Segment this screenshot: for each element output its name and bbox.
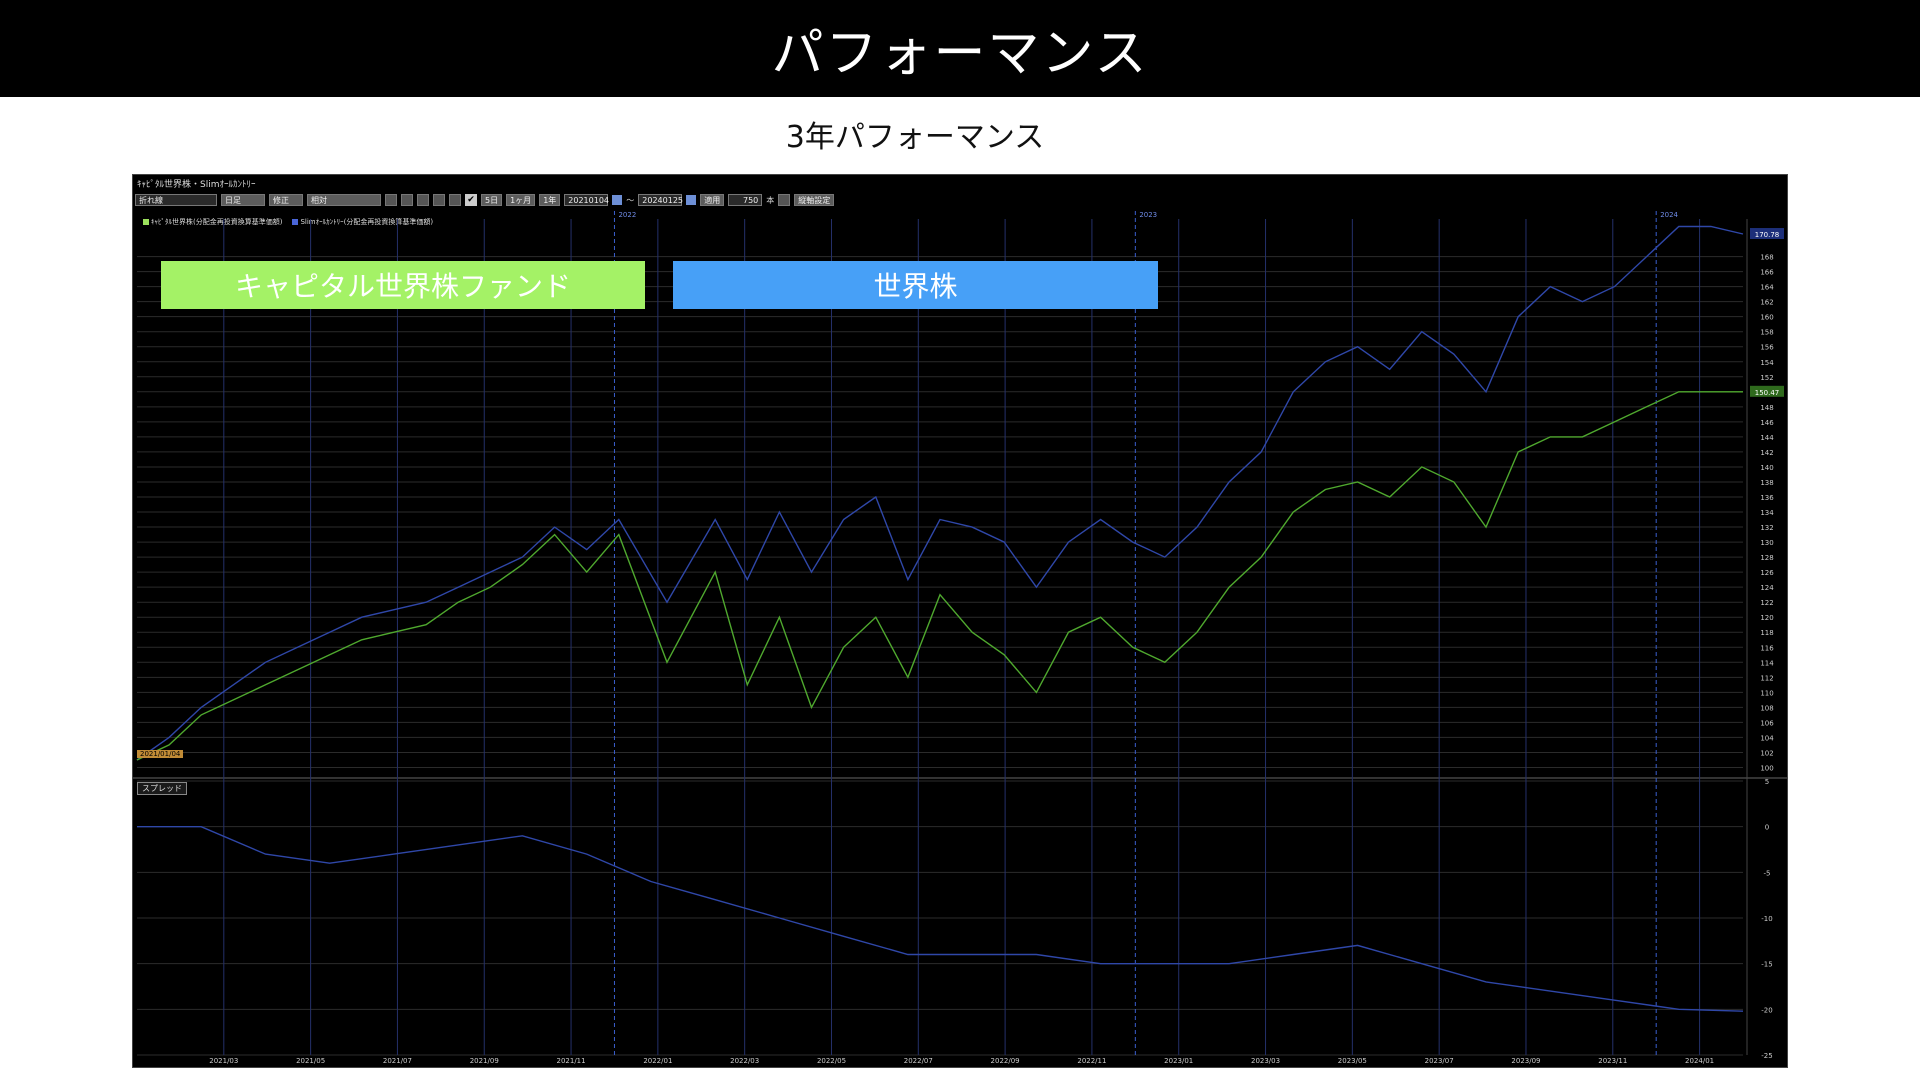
main-y-tick-label: 110	[1760, 689, 1773, 697]
last-value-fund: 150.47	[1755, 389, 1780, 397]
main-y-tick-label: 116	[1760, 644, 1774, 652]
x-tick-label: 2023/05	[1338, 1057, 1367, 1065]
main-y-tick-label: 130	[1760, 539, 1773, 547]
spread-y-tick-label: -5	[1764, 869, 1771, 877]
main-y-tick-label: 102	[1760, 749, 1773, 757]
main-y-tick-label: 100	[1760, 764, 1773, 772]
main-y-tick-label: 138	[1760, 479, 1773, 487]
main-y-tick-label: 136	[1760, 494, 1774, 502]
main-y-tick-label: 108	[1760, 704, 1773, 712]
main-y-tick-label: 168	[1760, 254, 1773, 262]
year-label: 2024	[1660, 211, 1678, 219]
start-date-tag: 2021/01/04	[137, 750, 184, 758]
spread-y-tick-label: 5	[1765, 778, 1769, 786]
x-tick-label: 2022/03	[730, 1057, 759, 1065]
label-world-stock: 世界株	[673, 261, 1158, 309]
main-y-tick-label: 158	[1760, 329, 1773, 337]
spread-y-tick-label: -10	[1761, 915, 1772, 923]
chart-subtitle: 3年パフォーマンス	[785, 120, 1045, 155]
main-y-tick-label: 134	[1760, 509, 1774, 517]
main-y-tick-label: 112	[1760, 674, 1773, 682]
x-tick-label: 2021/11	[557, 1057, 586, 1065]
spread-y-tick-label: 0	[1765, 824, 1769, 832]
main-y-tick-label: 156	[1760, 344, 1774, 352]
main-y-tick-label: 126	[1760, 569, 1774, 577]
series-line-fund	[136, 391, 1743, 761]
main-y-tick-label: 104	[1760, 734, 1774, 742]
main-y-tick-label: 132	[1760, 524, 1773, 532]
main-y-tick-label: 124	[1760, 584, 1774, 592]
spread-y-tick-label: -15	[1761, 961, 1772, 969]
main-y-tick-label: 146	[1760, 419, 1774, 427]
x-tick-label: 2022/09	[991, 1057, 1020, 1065]
main-y-tick-label: 144	[1760, 434, 1774, 442]
main-y-tick-label: 114	[1760, 659, 1774, 667]
main-y-tick-label: 142	[1760, 449, 1773, 457]
x-tick-label: 2023/11	[1598, 1057, 1627, 1065]
main-y-tick-label: 122	[1760, 599, 1773, 607]
spread-y-tick-label: -25	[1761, 1052, 1772, 1060]
x-tick-label: 2021/03	[209, 1057, 238, 1065]
page-title: パフォーマンス	[771, 24, 1149, 84]
x-tick-label: 2022/11	[1077, 1057, 1106, 1065]
x-tick-label: 2022/07	[904, 1057, 933, 1065]
spread-line	[137, 826, 1744, 1012]
main-y-tick-label: 140	[1760, 464, 1773, 472]
last-value-world: 170.78	[1755, 231, 1780, 239]
x-tick-label: 2024/01	[1685, 1057, 1714, 1065]
main-y-tick-label: 118	[1760, 629, 1773, 637]
x-tick-label: 2021/07	[383, 1057, 412, 1065]
main-y-tick-label: 164	[1760, 284, 1774, 292]
year-label: 2023	[1139, 211, 1157, 219]
main-y-tick-label: 120	[1760, 614, 1773, 622]
x-tick-label: 2023/07	[1425, 1057, 1454, 1065]
main-y-tick-label: 160	[1760, 314, 1773, 322]
main-y-tick-label: 154	[1760, 359, 1774, 367]
header-bar: パフォーマンス	[0, 0, 1920, 97]
main-y-tick-label: 128	[1760, 554, 1773, 562]
main-y-tick-label: 106	[1760, 719, 1774, 727]
label-capital-fund: キャピタル世界株ファンド	[161, 261, 645, 309]
x-tick-label: 2023/03	[1251, 1057, 1280, 1065]
spread-pane-tag[interactable]: スプレッド	[137, 782, 187, 795]
x-tick-label: 2021/05	[296, 1057, 325, 1065]
x-tick-label: 2023/09	[1511, 1057, 1540, 1065]
year-label: 2022	[618, 211, 636, 219]
main-y-tick-label: 162	[1760, 299, 1773, 307]
main-y-tick-label: 166	[1760, 269, 1774, 277]
x-tick-label: 2023/01	[1164, 1057, 1193, 1065]
x-tick-label: 2022/05	[817, 1057, 846, 1065]
x-tick-label: 2021/09	[470, 1057, 499, 1065]
main-y-tick-label: 152	[1760, 374, 1773, 382]
x-tick-label: 2022/01	[643, 1057, 672, 1065]
main-y-tick-label: 148	[1760, 404, 1773, 412]
spread-y-tick-label: -20	[1761, 1006, 1772, 1014]
